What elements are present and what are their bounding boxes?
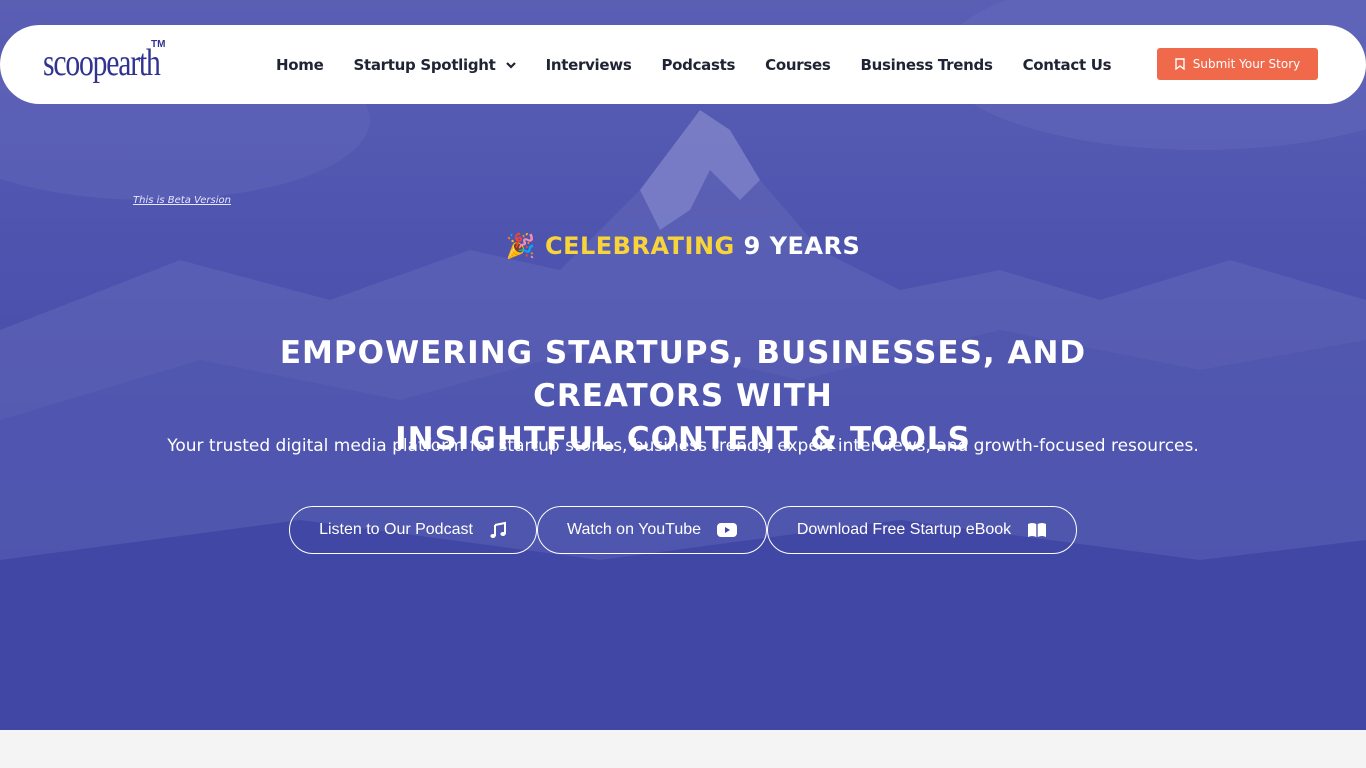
music-icon: [490, 521, 506, 538]
nav-courses[interactable]: Courses: [765, 55, 831, 74]
trademark-mark: TM: [151, 39, 166, 50]
youtube-button[interactable]: Watch on YouTube: [537, 506, 767, 554]
main-menu: Home Startup Spotlight Interviews Podcas…: [276, 25, 1141, 104]
nav-podcasts[interactable]: Podcasts: [661, 56, 735, 74]
book-icon: [1028, 523, 1047, 537]
headline-line-1: EMPOWERING STARTUPS, BUSINESSES, AND CRE…: [279, 335, 1087, 414]
bookmark-icon: [1175, 58, 1185, 70]
hero-section: scoopearth TM Home Startup Spotlight Int…: [0, 0, 1366, 730]
nav-home-label: Home: [276, 55, 324, 74]
years-text: 9 YEARS: [743, 232, 861, 260]
nav-contact-us-label: Contact Us: [1022, 55, 1112, 74]
logo-wordmark: scoopearth: [43, 42, 161, 84]
submit-story-label: Submit Your Story: [1192, 57, 1301, 71]
youtube-icon: [717, 523, 738, 537]
nav-startup-spotlight-label: Startup Spotlight: [353, 55, 496, 74]
nav-courses-label: Courses: [765, 55, 831, 74]
page-bottom-strip: [0, 730, 1366, 768]
nav-business-trends-label: Business Trends: [860, 55, 993, 74]
podcast-button[interactable]: Listen to Our Podcast: [289, 506, 537, 554]
nav-home[interactable]: Home: [276, 55, 324, 74]
nav-interviews-label: Interviews: [545, 55, 632, 74]
celebrating-text: CELEBRATING: [544, 232, 735, 260]
cta-button-row: Listen to Our Podcast Watch on YouTube D…: [289, 506, 1077, 554]
ebook-button-label: Download Free Startup eBook: [796, 521, 1012, 538]
chevron-down-icon: [505, 61, 516, 69]
nav-podcasts-label: Podcasts: [661, 55, 736, 74]
submit-story-button[interactable]: Submit Your Story: [1157, 48, 1318, 80]
ebook-button[interactable]: Download Free Startup eBook: [767, 506, 1077, 554]
celebration-banner: 🎉 CELEBRATING 9 YEARS: [0, 232, 1366, 260]
youtube-button-label: Watch on YouTube: [566, 521, 702, 538]
nav-startup-spotlight[interactable]: Startup Spotlight: [353, 55, 516, 74]
nav-contact-us[interactable]: Contact Us: [1023, 56, 1112, 74]
top-navbar: scoopearth TM Home Startup Spotlight Int…: [0, 25, 1366, 104]
nav-business-trends[interactable]: Business Trends: [860, 56, 992, 74]
beta-version-link[interactable]: This is Beta Version: [133, 195, 231, 206]
scoopearth-logo[interactable]: scoopearth TM: [43, 39, 168, 93]
podcast-button-label: Listen to Our Podcast: [319, 521, 473, 538]
nav-interviews[interactable]: Interviews: [546, 56, 632, 74]
hero-subheading: Your trusted digital media platform for …: [167, 436, 1199, 456]
party-popper-icon: 🎉: [505, 232, 537, 260]
